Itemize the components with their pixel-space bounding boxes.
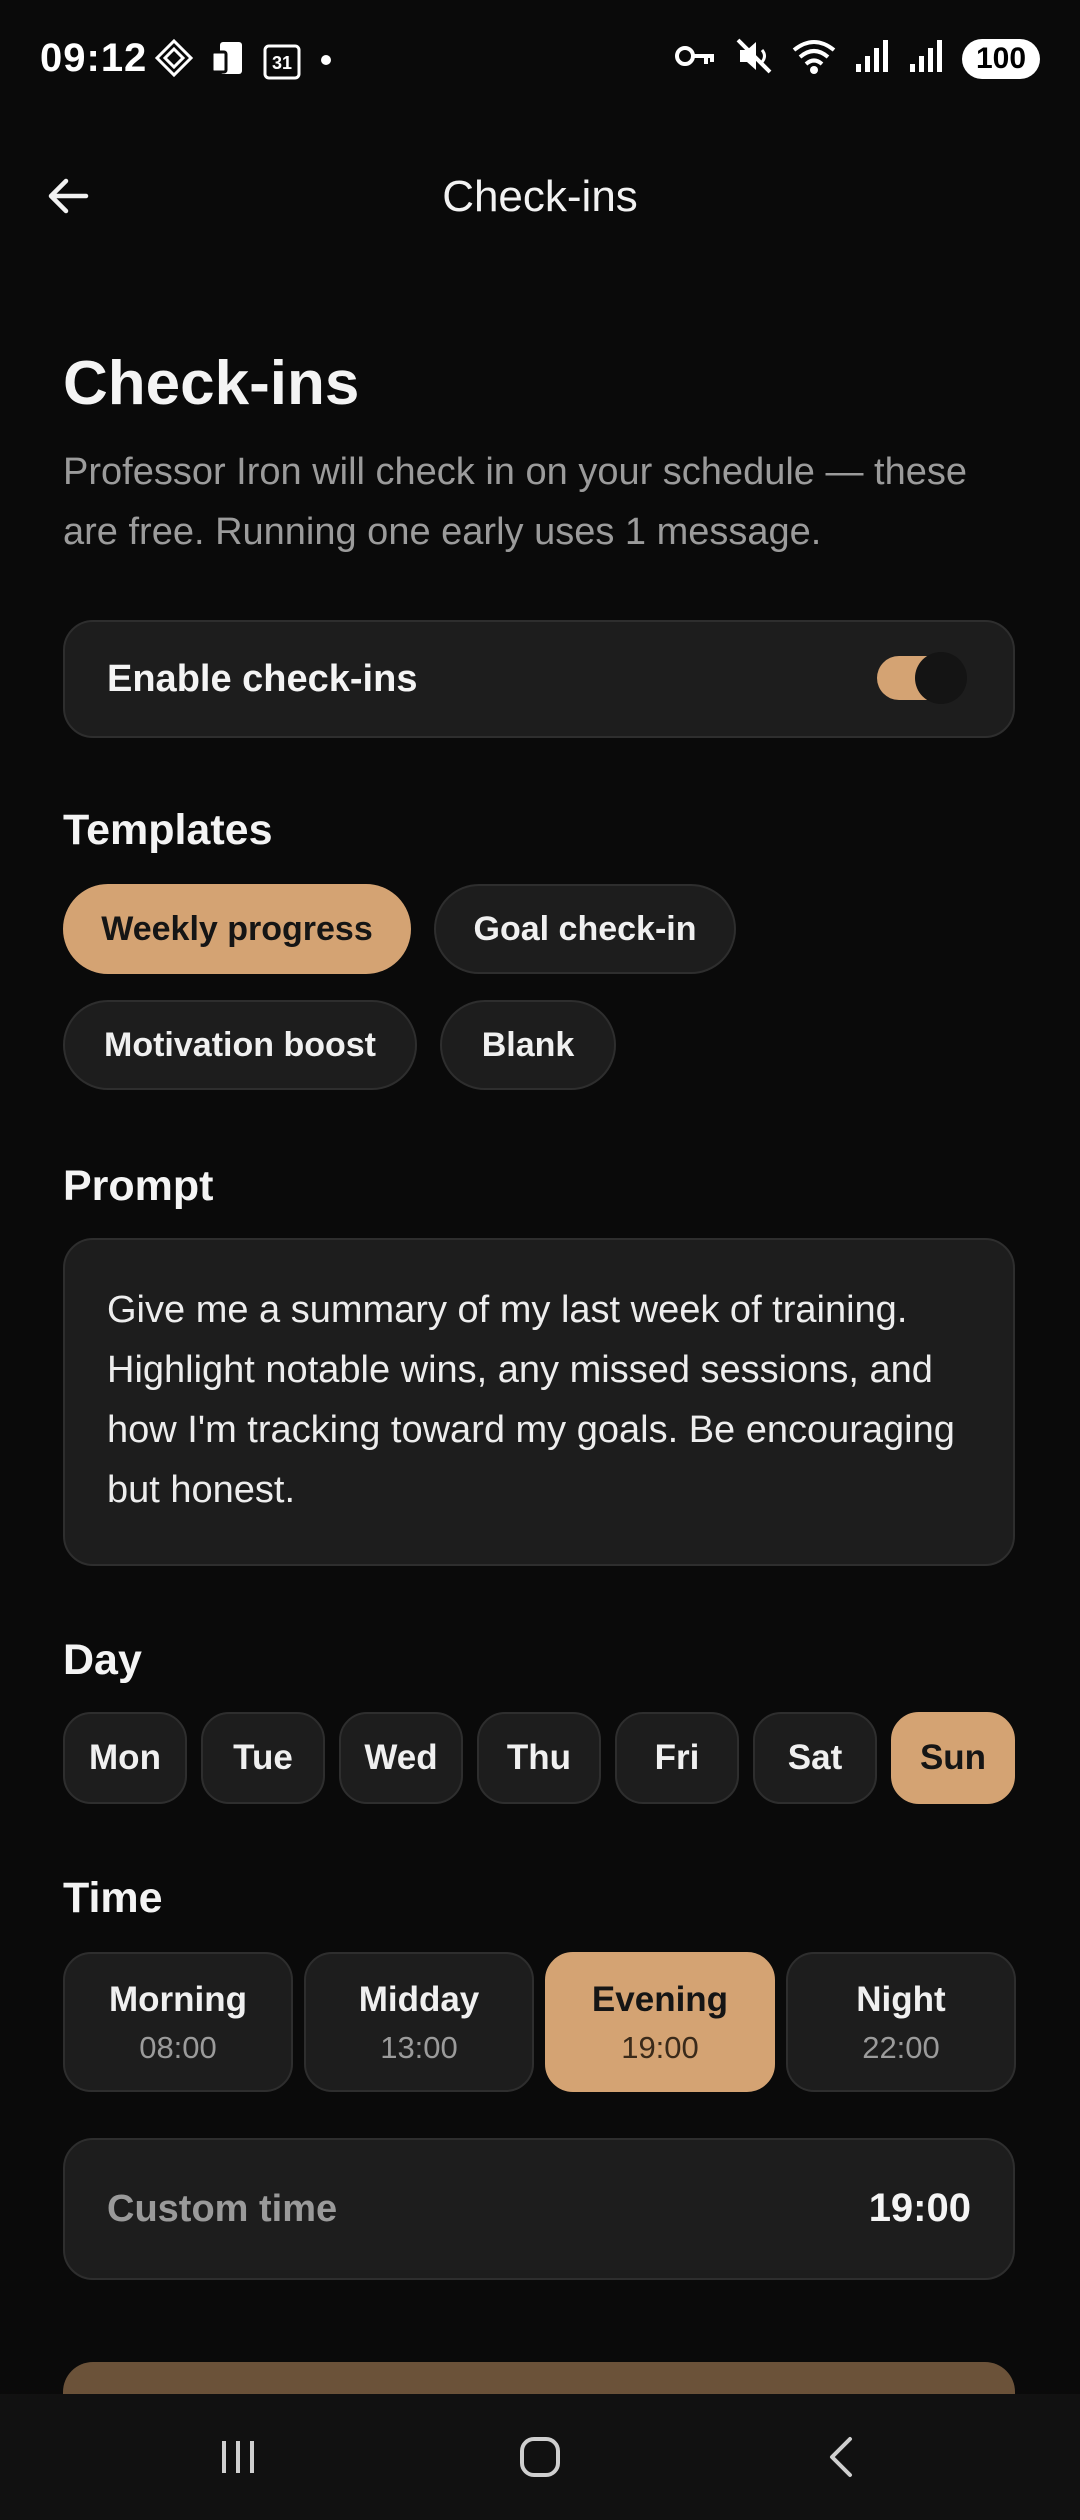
status-time: 09:12 (40, 36, 148, 80)
day-sat[interactable]: Sat (753, 1712, 877, 1804)
enable-checkins-toggle[interactable] (877, 652, 967, 704)
home-icon (520, 2437, 560, 2477)
calendar-day: 31 (271, 52, 293, 73)
time-slot-evening[interactable]: Evening 19:00 (545, 1952, 775, 2092)
time-slot-time: 19:00 (621, 2030, 699, 2065)
dot-icon (316, 38, 336, 83)
time-slot-night[interactable]: Night 22:00 (786, 1952, 1016, 2092)
phone-device-icon (208, 38, 248, 83)
page-title: Check-ins (63, 349, 360, 418)
mute-icon (734, 36, 774, 81)
day-sun[interactable]: Sun (891, 1712, 1015, 1804)
battery-indicator: 100 (962, 38, 1040, 79)
template-chip-goal-checkin[interactable]: Goal check-in (434, 884, 736, 974)
time-slot-midday[interactable]: Midday 13:00 (304, 1952, 534, 2092)
enable-checkins-label: Enable check-ins (107, 658, 418, 700)
template-chip-motivation-boost[interactable]: Motivation boost (63, 1000, 417, 1090)
custom-time-value: 19:00 (868, 2186, 971, 2230)
time-slot-time: 13:00 (380, 2030, 458, 2065)
back-nav-icon (830, 2437, 852, 2477)
recents-button[interactable] (198, 2422, 278, 2492)
app-bar: Check-ins (0, 120, 1080, 270)
template-chip-blank[interactable]: Blank (440, 1000, 616, 1090)
diamond-app-icon (154, 38, 194, 83)
day-tue[interactable]: Tue (201, 1712, 325, 1804)
day-fri[interactable]: Fri (615, 1712, 739, 1804)
vpn-key-icon (674, 36, 716, 81)
signal-icon-2 (908, 36, 944, 81)
time-label: Time (63, 1874, 163, 1922)
template-chip-weekly-progress[interactable]: Weekly progress (63, 884, 411, 974)
time-slot-name: Midday (358, 1980, 480, 2019)
page-subtitle: Professor Iron will check in on your sch… (63, 451, 967, 553)
custom-time-row[interactable]: Custom time 19:00 (63, 2138, 1015, 2280)
enable-checkins-row[interactable]: Enable check-ins (63, 620, 1015, 738)
status-right-icons: 100 (674, 36, 1040, 81)
prompt-text: Give me a summary of my last week of tra… (107, 1289, 955, 1511)
nav-back-button[interactable] (802, 2422, 882, 2492)
day-wed[interactable]: Wed (339, 1712, 463, 1804)
home-button[interactable] (500, 2422, 580, 2492)
recents-icon (222, 2441, 254, 2473)
status-left-icons: 31 (154, 38, 336, 83)
time-slot-time: 08:00 (139, 2030, 217, 2065)
time-slot-name: Morning (108, 1980, 248, 2019)
templates-label: Templates (63, 806, 273, 854)
status-bar: 09:12 31 100 (0, 0, 1080, 120)
wifi-icon (792, 36, 836, 81)
time-slot-morning[interactable]: Morning 08:00 (63, 1952, 293, 2092)
signal-icon (854, 36, 890, 81)
day-mon[interactable]: Mon (63, 1712, 187, 1804)
day-label: Day (63, 1636, 142, 1684)
time-slot-time: 22:00 (862, 2030, 940, 2065)
custom-time-label: Custom time (107, 2188, 338, 2230)
day-thu[interactable]: Thu (477, 1712, 601, 1804)
prompt-textarea[interactable]: Give me a summary of my last week of tra… (63, 1238, 1015, 1566)
app-bar-title: Check-ins (442, 172, 638, 221)
toggle-knob (915, 652, 967, 704)
calendar-icon: 31 (262, 41, 302, 81)
page-header: Check-ins Professor Iron will check in o… (63, 348, 1017, 562)
time-slot-name: Night (856, 1980, 946, 2019)
time-slot-name: Evening (591, 1980, 729, 2019)
prompt-label: Prompt (63, 1162, 214, 1210)
system-nav-bar (0, 2394, 1080, 2520)
